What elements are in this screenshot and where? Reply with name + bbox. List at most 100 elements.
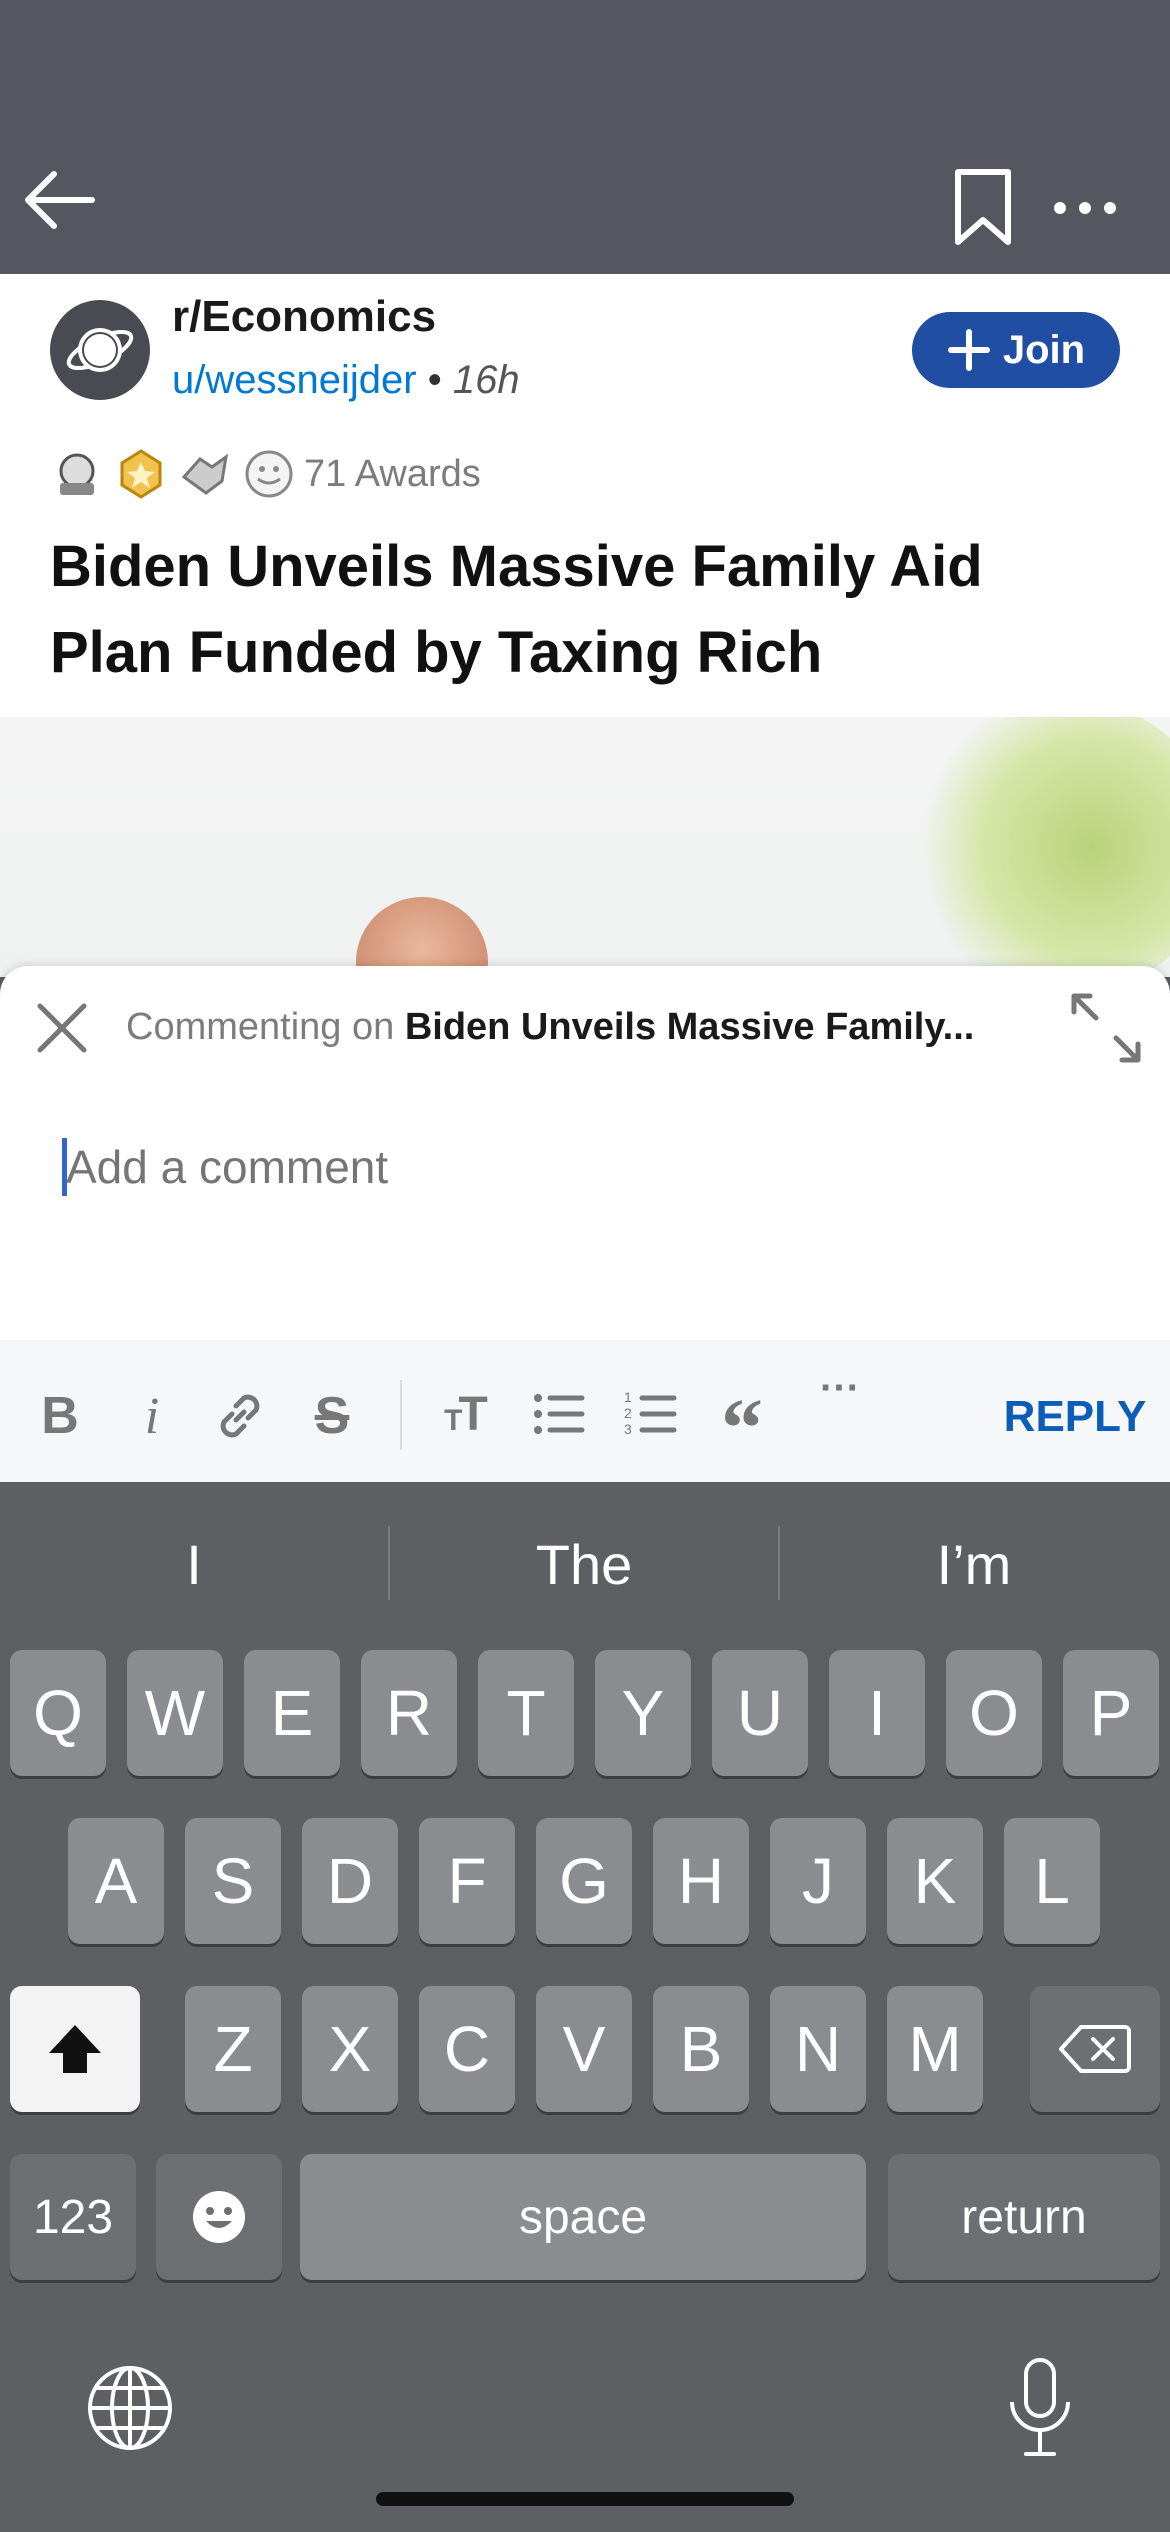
- key-w[interactable]: W: [127, 1650, 223, 1776]
- close-icon: [37, 1003, 87, 1053]
- formatting-toolbar: B i S TT 1 2 3 “ ··· REPLY: [0, 1340, 1170, 1482]
- key-z[interactable]: Z: [185, 1986, 281, 2112]
- more-options-button[interactable]: [1050, 188, 1120, 228]
- top-bar: [0, 0, 1170, 274]
- commenting-target: Biden Unveils Massive Family...: [404, 1006, 975, 1048]
- key-k[interactable]: K: [887, 1818, 983, 1944]
- suggestion-1[interactable]: I: [0, 1532, 388, 1597]
- ellipsis-icon: [1054, 202, 1116, 214]
- key-n[interactable]: N: [770, 1986, 866, 2112]
- home-indicator: [376, 2492, 794, 2506]
- reply-button[interactable]: REPLY: [1000, 1382, 1150, 1452]
- key-q[interactable]: Q: [10, 1650, 106, 1776]
- post-meta: u/wessneijder • 16h: [172, 358, 520, 403]
- backspace-icon: [1059, 2025, 1131, 2073]
- text-size-button[interactable]: TT: [424, 1374, 504, 1454]
- post-age: 16h: [452, 358, 520, 402]
- key-f[interactable]: F: [419, 1818, 515, 1944]
- key-p[interactable]: P: [1063, 1650, 1159, 1776]
- key-s[interactable]: S: [185, 1818, 281, 1944]
- bulleted-list-button[interactable]: [518, 1374, 598, 1454]
- svg-text:3: 3: [624, 1421, 632, 1437]
- close-button[interactable]: [32, 998, 92, 1058]
- more-icon: ···: [820, 1365, 860, 1410]
- microphone-icon: [1010, 2358, 1070, 2456]
- numbered-list-icon: 1 2 3: [624, 1389, 677, 1437]
- strikethrough-button[interactable]: S: [292, 1376, 372, 1456]
- key-a[interactable]: A: [68, 1818, 164, 1944]
- post-title: Biden Unveils Massive Family Aid Plan Fu…: [50, 534, 983, 685]
- suggestion-3[interactable]: I’m: [780, 1532, 1168, 1597]
- italic-button[interactable]: i: [112, 1376, 192, 1456]
- globe-button[interactable]: [84, 2362, 176, 2454]
- svg-text:2: 2: [624, 1405, 632, 1421]
- toolbar-divider: [400, 1380, 402, 1450]
- key-t[interactable]: T: [478, 1650, 574, 1776]
- handshake-award-icon: [181, 453, 229, 495]
- gold-award-icon: [120, 449, 162, 499]
- commenting-on: Commenting on Biden Unveils Massive Fami…: [126, 1006, 1036, 1049]
- key-h[interactable]: H: [653, 1818, 749, 1944]
- key-d[interactable]: D: [302, 1818, 398, 1944]
- bold-icon: B: [41, 1387, 79, 1445]
- key-u[interactable]: U: [712, 1650, 808, 1776]
- emoji-key[interactable]: [156, 2154, 282, 2280]
- plus-icon: [947, 329, 990, 371]
- join-button[interactable]: Join: [912, 312, 1120, 388]
- commenting-prefix: Commenting on: [126, 1006, 395, 1048]
- key-m[interactable]: M: [887, 1986, 983, 2112]
- bookmark-button[interactable]: [950, 168, 1016, 248]
- svg-text:1: 1: [624, 1389, 632, 1405]
- suggestion-2[interactable]: The: [390, 1532, 778, 1597]
- subreddit-avatar[interactable]: [50, 300, 150, 400]
- key-l[interactable]: L: [1004, 1818, 1100, 1944]
- image-foliage: [900, 717, 1170, 977]
- keyboard: I The I’m Q W E R T Y U I O P A S D F G …: [0, 1482, 1170, 2532]
- bookmark-icon: [955, 169, 1011, 245]
- expand-icon: [1071, 993, 1141, 1063]
- key-r[interactable]: R: [361, 1650, 457, 1776]
- awards-row[interactable]: 71 Awards: [50, 444, 481, 504]
- post-header: r/Economics u/wessneijder • 16h Join 71 …: [0, 274, 1170, 717]
- key-y[interactable]: Y: [595, 1650, 691, 1776]
- italic-icon: i: [144, 1387, 160, 1445]
- back-button[interactable]: [20, 160, 100, 240]
- numbered-list-button[interactable]: 1 2 3: [610, 1374, 690, 1454]
- shift-icon: [49, 2025, 101, 2073]
- planet-icon: [66, 328, 134, 372]
- key-e[interactable]: E: [244, 1650, 340, 1776]
- quote-button[interactable]: “: [702, 1374, 782, 1471]
- subreddit-name[interactable]: r/Economics: [172, 292, 436, 342]
- return-key[interactable]: return: [888, 2154, 1160, 2280]
- meta-separator: •: [427, 358, 442, 402]
- key-i[interactable]: I: [829, 1650, 925, 1776]
- key-x[interactable]: X: [302, 1986, 398, 2112]
- globe-icon: [88, 2366, 172, 2450]
- author-link[interactable]: u/wessneijder: [172, 358, 417, 402]
- dictation-button[interactable]: [1000, 2356, 1080, 2460]
- join-label: Join: [1002, 327, 1086, 372]
- numbers-key[interactable]: 123: [10, 2154, 136, 2280]
- key-c[interactable]: C: [419, 1986, 515, 2112]
- shift-key[interactable]: [10, 1986, 140, 2112]
- link-icon: [220, 1394, 260, 1438]
- link-button[interactable]: [200, 1376, 280, 1456]
- key-o[interactable]: O: [946, 1650, 1042, 1776]
- expand-button[interactable]: [1068, 990, 1144, 1066]
- emoji-icon: [193, 2191, 245, 2243]
- space-key[interactable]: space: [300, 2154, 866, 2280]
- bulleted-list-icon: [534, 1394, 585, 1434]
- face-award-icon: [245, 450, 293, 498]
- post-image[interactable]: [0, 717, 1170, 977]
- backspace-key[interactable]: [1030, 1986, 1160, 2112]
- strikethrough-icon: S: [314, 1387, 350, 1445]
- text-size-icon: TT: [444, 1387, 488, 1441]
- awards-count: 71 Awards: [304, 452, 481, 495]
- key-v[interactable]: V: [536, 1986, 632, 2112]
- bold-button[interactable]: B: [20, 1376, 100, 1456]
- comment-input[interactable]: [64, 1126, 1108, 1208]
- key-g[interactable]: G: [536, 1818, 632, 1944]
- key-j[interactable]: J: [770, 1818, 866, 1944]
- key-b[interactable]: B: [653, 1986, 749, 2112]
- more-formatting-button[interactable]: ···: [800, 1358, 880, 1418]
